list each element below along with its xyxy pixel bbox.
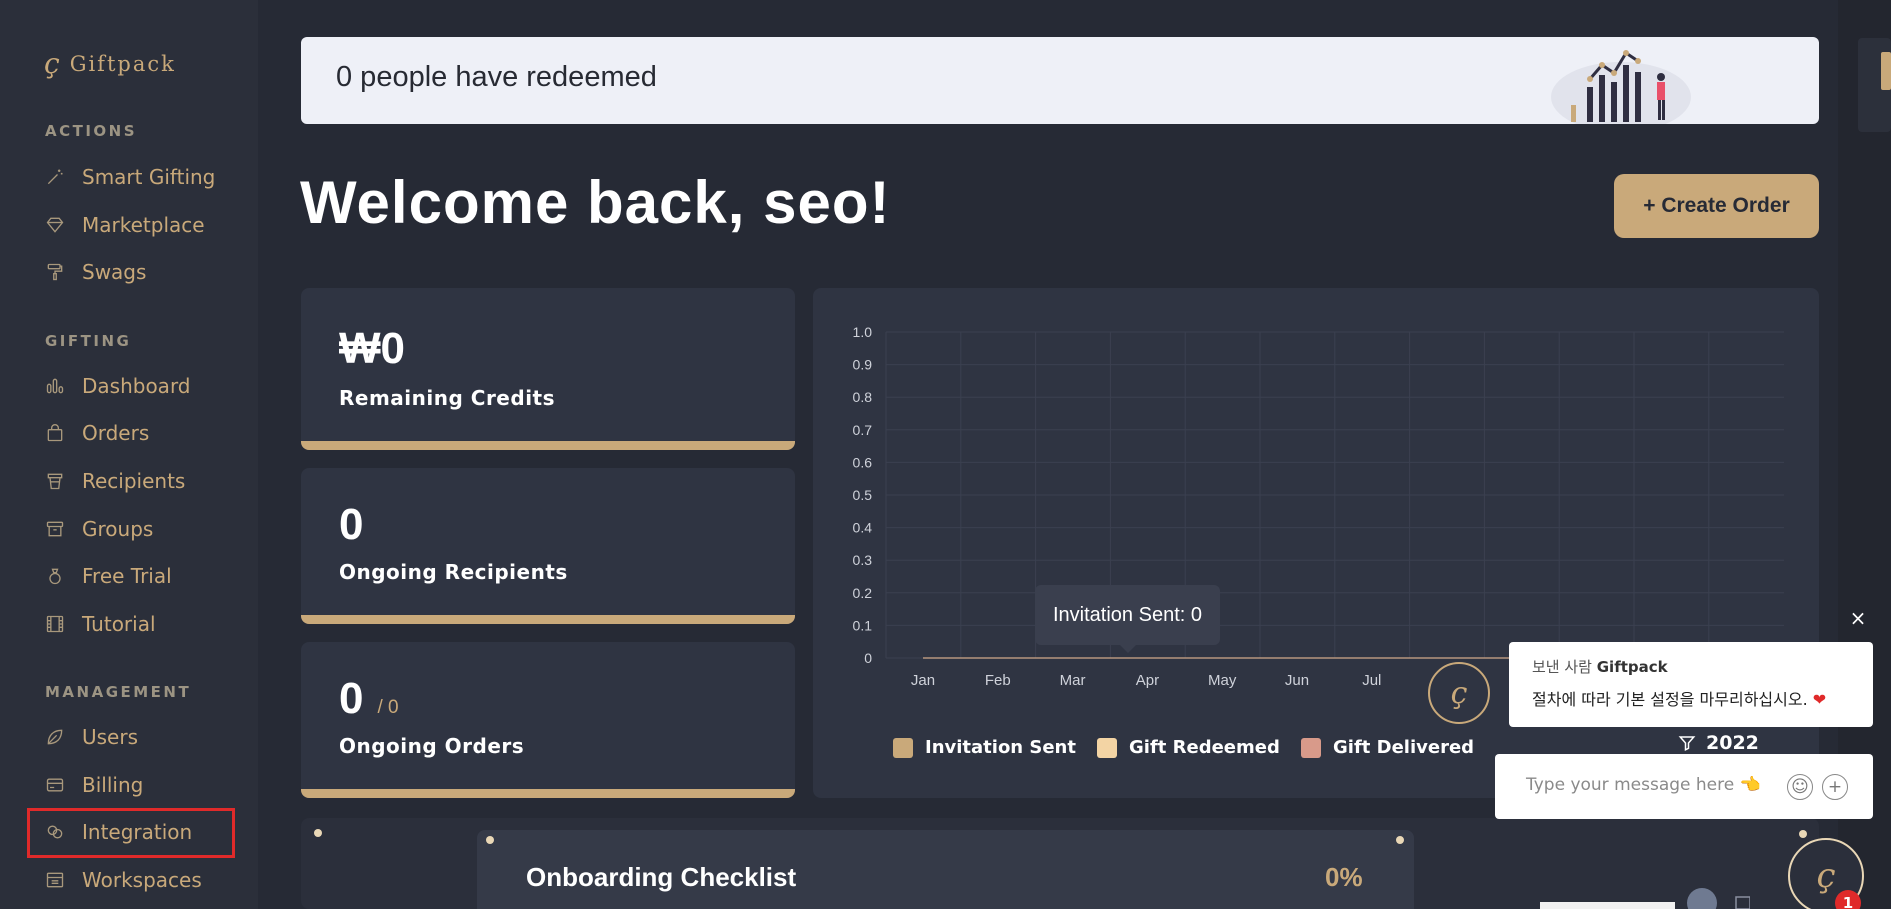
onboarding-title: Onboarding Checklist	[526, 862, 797, 892]
legend-item-gift-redeemed[interactable]: Gift Redeemed	[1097, 737, 1280, 758]
legend-item-gift-delivered[interactable]: Gift Delivered	[1301, 737, 1474, 758]
y-tick-label: 1.0	[853, 324, 873, 340]
y-tick-label: 0.7	[853, 422, 873, 438]
decor-dot	[1799, 830, 1807, 838]
y-tick-label: 0.9	[853, 357, 873, 373]
x-tick-label: Jun	[1285, 672, 1309, 689]
chat-sender: 보낸 사람 Giftpack	[1532, 656, 1668, 677]
x-tick-label: Jan	[911, 672, 935, 689]
tooltip-pointer	[1120, 645, 1136, 653]
filter-icon	[1678, 736, 1696, 751]
logo-mark-icon: ç	[1450, 675, 1468, 711]
chat-input-placeholder: Type your message here 👈	[1526, 775, 1761, 795]
chat-sender-prefix: 보낸 사람	[1532, 658, 1592, 676]
x-tick-label: May	[1208, 672, 1237, 689]
year-filter[interactable]: 2022	[1678, 732, 1759, 754]
y-tick-label: 0.6	[853, 454, 873, 470]
y-tick-label: 0.5	[853, 487, 873, 503]
y-tick-label: 0.1	[853, 617, 873, 633]
year-filter-value: 2022	[1706, 732, 1759, 754]
y-tick-label: 0.3	[853, 552, 873, 568]
legend-swatch	[893, 737, 913, 758]
chat-message-body: 절차에 따라 기본 설정을 마무리하십시오.	[1532, 690, 1808, 709]
x-tick-label: Apr	[1136, 672, 1159, 689]
add-attachment-icon[interactable]: +	[1822, 774, 1848, 800]
decor-dot	[486, 836, 494, 844]
y-tick-label: 0.4	[853, 520, 873, 536]
legend-item-invitation-sent[interactable]: Invitation Sent	[893, 737, 1076, 758]
logo-mark-icon: ç	[1816, 856, 1836, 896]
decor-dot	[1396, 836, 1404, 844]
legend-swatch	[1301, 737, 1321, 758]
x-tick-label: Feb	[985, 672, 1011, 689]
giftpack-logo-button[interactable]: ç	[1428, 662, 1490, 724]
x-tick-label: Jul	[1362, 672, 1381, 689]
chat-input[interactable]: Type your message here 👈 ☺ +	[1495, 754, 1873, 819]
chat-close-icon[interactable]: ×	[1848, 608, 1868, 628]
x-tick-label: Mar	[1060, 672, 1086, 689]
chat-message-bubble[interactable]: 보낸 사람 Giftpack 절차에 따라 기본 설정을 마무리하십시오. ❤	[1509, 642, 1873, 727]
y-tick-label: 0.8	[853, 389, 873, 405]
legend-swatch	[1097, 737, 1117, 758]
y-tick-label: 0	[864, 650, 872, 666]
bottom-widgets-preview	[1540, 888, 1750, 909]
chart-tooltip: Invitation Sent: 0	[1035, 585, 1220, 645]
heart-icon: ❤	[1812, 690, 1827, 709]
chat-message-text: 절차에 따라 기본 설정을 마무리하십시오. ❤	[1532, 686, 1826, 710]
legend-label: Gift Redeemed	[1129, 737, 1280, 758]
y-tick-label: 0.2	[853, 585, 873, 601]
legend-label: Gift Delivered	[1333, 737, 1475, 758]
legend-label: Invitation Sent	[925, 737, 1076, 758]
onboarding-percent: 0%	[1325, 862, 1363, 892]
emoji-icon[interactable]: ☺	[1787, 774, 1813, 800]
decor-dot	[314, 829, 322, 837]
chat-unread-badge: 1	[1835, 890, 1861, 909]
chat-sender-name: Giftpack	[1596, 658, 1668, 676]
